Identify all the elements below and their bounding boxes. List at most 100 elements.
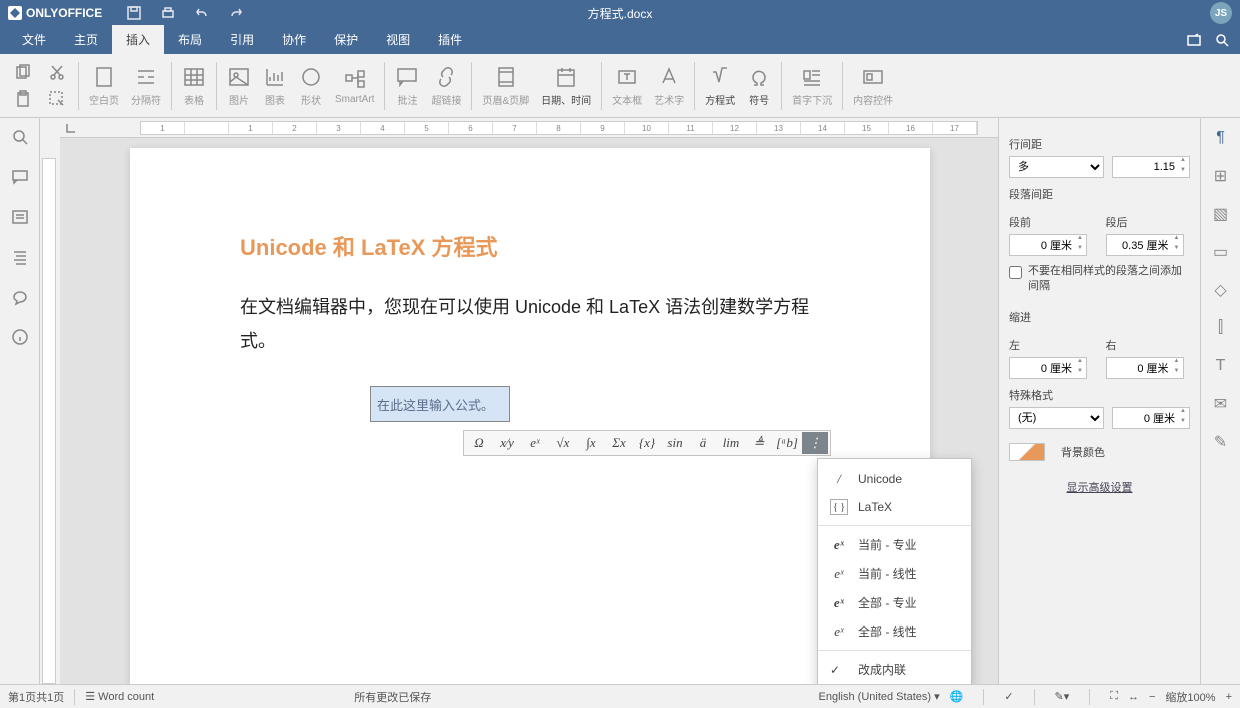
signature-tab-icon[interactable]: ✎ [1211, 432, 1231, 452]
blank-page-button[interactable]: 空白页 [83, 61, 125, 111]
menu-bar: 文件 主页 插入 布局 引用 协作 保护 视图 插件 [0, 26, 1240, 54]
paragraph-panel: 行间距 多 ▲▼ 段落间距 段前 ▲▼ 段后 ▲▼ 不要在相同样式的段落之间添加… [998, 118, 1200, 684]
cut-icon[interactable] [48, 64, 66, 82]
eq-tool-3[interactable]: √x [550, 432, 576, 454]
menu-insert[interactable]: 插入 [112, 25, 164, 54]
datetime-button[interactable]: 日期、时间 [535, 61, 597, 111]
app-name: ONLYOFFICE [26, 6, 102, 20]
user-avatar[interactable]: JS [1210, 2, 1232, 24]
no-space-checkbox[interactable]: 不要在相同样式的段落之间添加间隔 [1009, 264, 1190, 295]
menu-view[interactable]: 视图 [372, 25, 424, 54]
zoom-level[interactable]: 缩放100% [1165, 689, 1215, 705]
page-count[interactable]: 第1页共1页 [8, 689, 64, 705]
textart-tab-icon[interactable]: T [1211, 356, 1231, 376]
eq-menu-item[interactable]: eˣ当前 - 线性 [818, 559, 971, 588]
undo-icon[interactable] [194, 5, 210, 21]
eq-tool-12[interactable]: ⋮ [802, 432, 828, 454]
chart-tab-icon[interactable]: ⫿ [1211, 318, 1231, 338]
smartart-button[interactable]: SmartArt [329, 63, 380, 109]
eq-menu-item[interactable]: eˣ当前 - 专业 [818, 530, 971, 559]
menu-protection[interactable]: 保护 [320, 25, 372, 54]
eq-tool-10[interactable]: ≜ [746, 432, 772, 454]
print-icon[interactable] [160, 5, 176, 21]
paragraph-tab-icon[interactable]: ¶ [1211, 128, 1231, 148]
menu-references[interactable]: 引用 [216, 25, 268, 54]
paste-icon[interactable] [14, 90, 32, 108]
eq-menu-item[interactable]: /Unicode [818, 465, 971, 493]
find-icon[interactable] [11, 128, 29, 146]
feedback-icon[interactable] [11, 288, 29, 306]
equation-button[interactable]: 方程式 [699, 61, 741, 111]
shape-tab-icon[interactable]: ◇ [1211, 280, 1231, 300]
spellcheck-icon[interactable]: ✓ [1004, 690, 1013, 703]
word-count[interactable]: ☰ Word count [85, 690, 154, 703]
dropcap-button[interactable]: 首字下沉 [786, 61, 838, 111]
eq-tool-6[interactable]: {x} [634, 432, 660, 454]
eq-tool-1[interactable]: x⁄y [494, 432, 520, 454]
fit-width-icon[interactable]: ↔ [1128, 691, 1139, 703]
menu-layout[interactable]: 布局 [164, 25, 216, 54]
image-tab-icon[interactable]: ▧ [1211, 204, 1231, 224]
equation-menu: /Unicode{ }LaTeXeˣ当前 - 专业eˣ当前 - 线性eˣ全部 -… [817, 458, 972, 684]
menu-home[interactable]: 主页 [60, 25, 112, 54]
menu-collaboration[interactable]: 协作 [268, 25, 320, 54]
content-control-button[interactable]: 内容控件 [847, 61, 899, 111]
header-tab-icon[interactable]: ▭ [1211, 242, 1231, 262]
eq-tool-0[interactable]: Ω [466, 432, 492, 454]
save-icon[interactable] [126, 5, 142, 21]
special-mode[interactable]: (无) [1009, 407, 1104, 429]
table-button[interactable]: 表格 [176, 61, 212, 111]
mailmerge-tab-icon[interactable]: ✉ [1211, 394, 1231, 414]
equation-placeholder[interactable]: 在此这里输入公式。 [370, 386, 510, 422]
document-area: 11234567891011121314151617 Unicode 和 LaT… [60, 118, 998, 684]
language-selector[interactable]: English (United States) ▾ [819, 690, 940, 703]
eq-tool-5[interactable]: Σx [606, 432, 632, 454]
redo-icon[interactable] [228, 5, 244, 21]
eq-menu-item[interactable]: { }LaTeX [818, 493, 971, 521]
eq-menu-item[interactable]: ✓改成内联 [818, 655, 971, 684]
eq-tool-2[interactable]: eˣ [522, 432, 548, 454]
tab-stop-icon[interactable] [64, 121, 78, 135]
zoom-in-icon[interactable]: + [1226, 691, 1232, 703]
header-footer-button[interactable]: 页眉&页脚 [476, 61, 535, 111]
shape-button[interactable]: 形状 [293, 61, 329, 111]
about-icon[interactable] [11, 328, 29, 346]
eq-tool-9[interactable]: lim [718, 432, 744, 454]
headings-icon[interactable] [11, 208, 29, 226]
bg-color-swatch[interactable] [1009, 443, 1045, 461]
break-button[interactable]: 分隔符 [125, 61, 167, 111]
textbox-button[interactable]: 文本框 [606, 61, 648, 111]
bg-color-label: 背景颜色 [1061, 444, 1105, 460]
comments-icon[interactable] [11, 168, 29, 186]
comment-button[interactable]: 批注 [389, 61, 425, 111]
image-button[interactable]: 图片 [221, 61, 257, 111]
hyperlink-button[interactable]: 超链接 [425, 61, 467, 111]
fit-page-icon[interactable]: ⛶ [1110, 690, 1118, 703]
navigation-icon[interactable] [11, 248, 29, 266]
eq-menu-item[interactable]: eˣ全部 - 线性 [818, 617, 971, 646]
menu-plugins[interactable]: 插件 [424, 25, 476, 54]
app-logo: ONLYOFFICE [8, 6, 102, 20]
status-bar: 第1页共1页 ☰ Word count 所有更改已保存 English (Uni… [0, 684, 1240, 708]
eq-tool-11[interactable]: [ᵃb] [774, 432, 800, 454]
select-icon[interactable] [48, 90, 66, 108]
symbol-button[interactable]: 符号 [741, 61, 777, 111]
eq-tool-7[interactable]: sin [662, 432, 688, 454]
eq-tool-8[interactable]: ä [690, 432, 716, 454]
line-spacing-mode[interactable]: 多 [1009, 156, 1104, 178]
globe-icon[interactable]: 🌐 [950, 690, 964, 703]
zoom-out-icon[interactable]: − [1149, 691, 1155, 703]
track-changes-icon[interactable]: ✎▾ [1055, 690, 1070, 703]
copy-icon[interactable] [14, 64, 32, 82]
search-icon[interactable] [1214, 32, 1230, 48]
chart-button[interactable]: 图表 [257, 61, 293, 111]
eq-tool-4[interactable]: ∫x [578, 432, 604, 454]
table-tab-icon[interactable]: ⊞ [1211, 166, 1231, 186]
wordart-button[interactable]: 艺术字 [648, 61, 690, 111]
page[interactable]: Unicode 和 LaTeX 方程式 在文档编辑器中，您现在可以使用 Unic… [130, 148, 930, 684]
advanced-settings-link[interactable]: 显示高级设置 [1009, 471, 1190, 503]
document-heading: Unicode 和 LaTeX 方程式 [240, 230, 820, 262]
eq-menu-item[interactable]: eˣ全部 - 专业 [818, 588, 971, 617]
open-location-icon[interactable] [1186, 32, 1202, 48]
menu-file[interactable]: 文件 [8, 25, 60, 54]
